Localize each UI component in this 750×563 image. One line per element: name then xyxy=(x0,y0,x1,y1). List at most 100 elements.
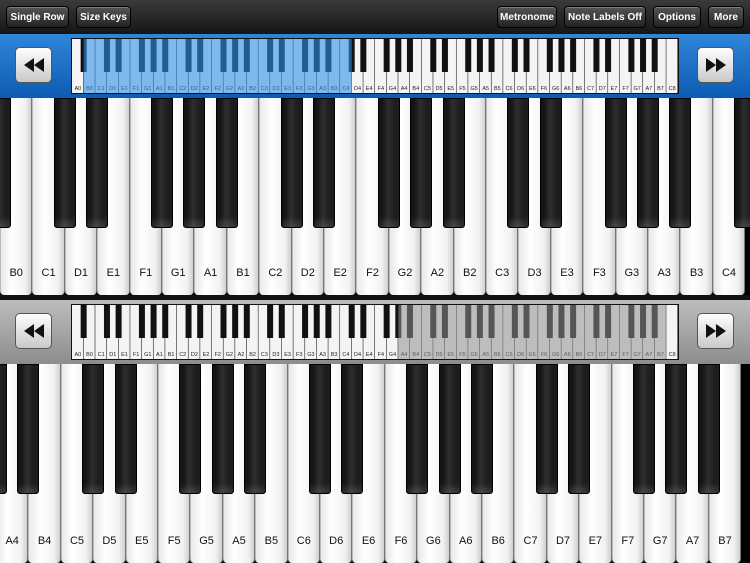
key-label: C7 xyxy=(523,535,538,547)
note-labels-button[interactable]: Note Labels Off xyxy=(564,6,646,28)
black-key[interactable] xyxy=(0,98,11,228)
mini-key-label: D4 xyxy=(354,86,361,92)
mini-key-label: D5 xyxy=(436,86,443,92)
key-label: C6 xyxy=(296,535,311,547)
black-key[interactable] xyxy=(313,98,335,228)
bottom-mini-keyboard[interactable]: A0 B0 C1 D1 E1 F1 G1 A1 B1 C2 D2 E2 F2 G2 A2 B2 C3 D3 E3 F3… xyxy=(71,304,679,360)
size-keys-button[interactable]: Size Keys xyxy=(76,6,131,28)
black-key[interactable] xyxy=(604,98,627,228)
mini-black-key xyxy=(441,39,448,72)
mini-black-key xyxy=(651,39,658,72)
more-button[interactable]: More xyxy=(708,6,744,28)
rewind-icon xyxy=(23,324,44,338)
black-key[interactable] xyxy=(17,364,40,494)
key-label: B2 xyxy=(463,267,477,279)
key-label: A3 xyxy=(657,267,671,279)
top-rewind-button[interactable] xyxy=(15,47,52,83)
top-mini-keys: A0B0C1D1E1F1G1A1B1C2D2E2F2G2A2B2C3D3E3F3… xyxy=(72,39,678,93)
mini-key-label: E1 xyxy=(121,352,128,358)
black-key[interactable] xyxy=(215,98,238,228)
mini-black-key xyxy=(640,39,647,72)
black-key[interactable] xyxy=(82,364,105,494)
key-label: F7 xyxy=(621,535,635,547)
fast-forward-icon xyxy=(705,58,726,72)
black-key[interactable] xyxy=(507,98,530,228)
black-key[interactable] xyxy=(309,364,331,494)
black-key[interactable] xyxy=(568,364,591,494)
key-label: A7 xyxy=(685,535,700,547)
key-label: B7 xyxy=(718,535,732,547)
mini-key-label: B5 xyxy=(494,86,501,92)
mini-key-label: D3 xyxy=(272,352,279,358)
mini-key-label: G3 xyxy=(307,352,314,358)
mini-key-label: G6 xyxy=(552,86,559,92)
metronome-button[interactable]: Metronome xyxy=(497,6,557,28)
mini-key-label: B1 xyxy=(168,352,175,358)
mini-black-key xyxy=(430,39,437,72)
black-key[interactable] xyxy=(377,98,400,228)
black-key[interactable] xyxy=(637,98,659,228)
options-button[interactable]: Options xyxy=(653,6,701,28)
visible-range-highlight[interactable] xyxy=(398,305,667,359)
mini-key-label: B3 xyxy=(331,352,338,358)
mini-key-label: A5 xyxy=(482,86,489,92)
mini-key-label: F5 xyxy=(459,86,465,92)
top-forward-button[interactable] xyxy=(697,47,734,83)
mini-black-key xyxy=(488,39,495,72)
key-label: C3 xyxy=(495,267,510,279)
mini-key-label: F3 xyxy=(296,352,302,358)
key-label: D1 xyxy=(73,267,89,279)
black-key[interactable] xyxy=(535,364,558,494)
black-key[interactable] xyxy=(114,364,137,494)
black-key[interactable] xyxy=(406,364,429,494)
black-key[interactable] xyxy=(410,98,433,228)
mini-key-label: A1 xyxy=(156,352,163,358)
key-label: C5 xyxy=(69,535,85,547)
mini-key-label: B2 xyxy=(249,352,256,358)
mini-key-label: C1 xyxy=(98,352,105,358)
black-key[interactable] xyxy=(442,98,465,228)
key-label: F6 xyxy=(394,535,408,547)
black-key[interactable] xyxy=(539,98,562,228)
visible-range-highlight[interactable] xyxy=(83,39,352,93)
mini-black-key xyxy=(80,305,87,338)
bottom-rewind-button[interactable] xyxy=(15,313,52,349)
black-key[interactable] xyxy=(471,364,493,494)
bottom-forward-button[interactable] xyxy=(697,313,734,349)
black-key[interactable] xyxy=(280,98,303,228)
black-key[interactable] xyxy=(438,364,461,494)
black-key[interactable] xyxy=(86,98,109,228)
fast-forward-icon xyxy=(705,324,726,338)
black-key[interactable] xyxy=(697,364,720,494)
black-key[interactable] xyxy=(211,364,234,494)
top-navigator-strip: A0B0C1D1E1F1G1A1B1C2D2E2F2G2A2B2C3D3E3F3… xyxy=(0,34,750,98)
black-key[interactable] xyxy=(665,364,688,494)
key-label: B4 xyxy=(37,535,52,547)
mini-key-label: F4 xyxy=(378,352,384,358)
black-key[interactable] xyxy=(669,98,692,228)
mini-black-key xyxy=(115,305,122,338)
black-key[interactable] xyxy=(0,364,7,494)
mini-black-key xyxy=(511,39,518,72)
key-label: D3 xyxy=(527,267,542,279)
black-key[interactable] xyxy=(244,364,267,494)
mini-key-label: E2 xyxy=(203,352,210,358)
key-label: C1 xyxy=(41,267,56,279)
mini-key-label: G5 xyxy=(470,86,477,92)
mini-key-label: A2 xyxy=(238,352,245,358)
black-key[interactable] xyxy=(151,98,173,228)
black-key[interactable] xyxy=(734,98,750,228)
black-key[interactable] xyxy=(183,98,206,228)
single-row-button[interactable]: Single Row xyxy=(6,6,69,28)
black-key[interactable] xyxy=(633,364,655,494)
mini-black-key xyxy=(278,305,285,338)
top-mini-keyboard[interactable]: A0B0C1D1E1F1G1A1B1C2D2E2F2G2A2B2C3D3E3F3… xyxy=(71,38,679,94)
mini-key-label: C7 xyxy=(587,86,594,92)
black-key[interactable] xyxy=(179,364,202,494)
mini-key-label: G2 xyxy=(226,352,233,358)
key-label: E6 xyxy=(361,535,376,547)
key-label: F3 xyxy=(592,267,606,279)
bottom-mini-keys: A0 B0 C1 D1 E1 F1 G1 A1 B1 C2 D2 E2 F2 G2 A2 B2 C3 D3 E3 F3… xyxy=(72,305,678,359)
black-key[interactable] xyxy=(341,364,364,494)
black-key[interactable] xyxy=(53,98,76,228)
